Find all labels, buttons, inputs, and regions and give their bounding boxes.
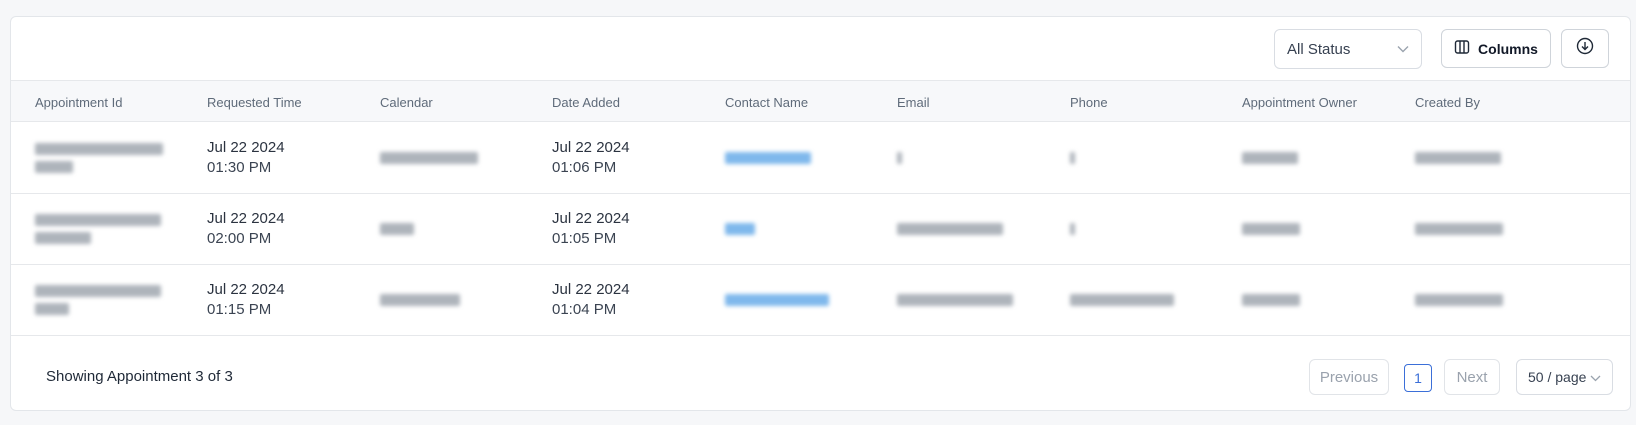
column-header-appointment-id[interactable]: Appointment Id [35, 81, 122, 123]
calendar-cell [380, 194, 414, 264]
previous-page-button[interactable]: Previous [1309, 359, 1389, 395]
chevron-down-icon [1397, 45, 1409, 53]
redacted-text [35, 285, 161, 297]
columns-button[interactable]: Columns [1441, 29, 1551, 68]
column-header-contact-name[interactable]: Contact Name [725, 81, 808, 123]
requested-time: 01:30 PM [207, 159, 272, 176]
showing-count: Showing Appointment 3 of 3 [46, 368, 233, 385]
appointment-id-cell [35, 123, 163, 193]
redacted-text [1415, 223, 1503, 235]
calendar-cell [380, 265, 460, 335]
redacted-text [35, 303, 69, 315]
email-cell [897, 265, 1013, 335]
appointment-id-cell [35, 194, 161, 264]
email-cell [897, 194, 1003, 264]
created-by-cell [1415, 123, 1501, 193]
requested-time-cell: Jul 22 2024 01:30 PM [207, 123, 285, 193]
download-button[interactable] [1561, 29, 1609, 68]
appointment-id-cell [35, 265, 161, 335]
status-filter-select[interactable]: All Status [1274, 29, 1422, 69]
phone-cell [1070, 194, 1075, 264]
contact-name-cell[interactable] [725, 194, 755, 264]
redacted-text [380, 152, 478, 164]
page-size-select[interactable]: 50 / page [1516, 359, 1613, 395]
date-added-cell: Jul 22 2024 01:06 PM [552, 123, 630, 193]
contact-name-link[interactable] [725, 294, 829, 306]
next-page-button[interactable]: Next [1444, 359, 1500, 395]
redacted-text [1242, 294, 1300, 306]
redacted-text [897, 223, 1003, 235]
columns-label: Columns [1478, 40, 1538, 57]
redacted-text [380, 223, 414, 235]
column-header-calendar[interactable]: Calendar [380, 81, 433, 123]
column-header-requested-time[interactable]: Requested Time [207, 81, 302, 123]
redacted-text [35, 143, 163, 155]
table-row[interactable]: Jul 22 2024 01:15 PM Jul 22 2024 01:04 P… [11, 265, 1630, 336]
contact-name-cell[interactable] [725, 265, 829, 335]
table-row[interactable]: Jul 22 2024 02:00 PM Jul 22 2024 01:05 P… [11, 194, 1630, 265]
pagination-footer: Showing Appointment 3 of 3 Previous 1 Ne… [11, 346, 1630, 410]
redacted-text [1070, 152, 1075, 164]
redacted-text [897, 152, 902, 164]
phone-cell [1070, 265, 1174, 335]
columns-icon [1454, 39, 1470, 58]
redacted-text [380, 294, 460, 306]
column-header-created-by[interactable]: Created By [1415, 81, 1480, 123]
table-toolbar: All Status Columns [11, 17, 1630, 81]
redacted-text [897, 294, 1013, 306]
email-cell [897, 123, 902, 193]
chevron-down-icon [1590, 369, 1601, 385]
added-date: Jul 22 2024 [552, 210, 630, 227]
appointment-owner-cell [1242, 123, 1298, 193]
contact-name-cell[interactable] [725, 123, 811, 193]
column-header-phone[interactable]: Phone [1070, 81, 1108, 123]
redacted-text [1070, 223, 1075, 235]
requested-time: 02:00 PM [207, 230, 272, 247]
appointments-card: All Status Columns Appointment Id Reques… [10, 16, 1631, 411]
table-header: Appointment Id Requested Time Calendar D… [11, 80, 1630, 122]
column-header-email[interactable]: Email [897, 81, 930, 123]
redacted-text [1070, 294, 1174, 306]
redacted-text [35, 214, 161, 226]
redacted-text [35, 161, 73, 173]
requested-date: Jul 22 2024 [207, 139, 285, 156]
requested-time-cell: Jul 22 2024 02:00 PM [207, 194, 285, 264]
requested-date: Jul 22 2024 [207, 281, 285, 298]
column-header-appointment-owner[interactable]: Appointment Owner [1242, 81, 1357, 123]
table-row[interactable]: Jul 22 2024 01:30 PM Jul 22 2024 01:06 P… [11, 123, 1630, 194]
status-filter-value: All Status [1287, 40, 1351, 58]
added-time: 01:05 PM [552, 230, 617, 247]
added-time: 01:06 PM [552, 159, 617, 176]
appointment-owner-cell [1242, 265, 1300, 335]
contact-name-link[interactable] [725, 223, 755, 235]
contact-name-link[interactable] [725, 152, 811, 164]
requested-time: 01:15 PM [207, 301, 272, 318]
added-date: Jul 22 2024 [552, 281, 630, 298]
created-by-cell [1415, 194, 1503, 264]
column-header-date-added[interactable]: Date Added [552, 81, 620, 123]
page-size-value: 50 / page [1528, 369, 1587, 385]
requested-time-cell: Jul 22 2024 01:15 PM [207, 265, 285, 335]
redacted-text [1242, 152, 1298, 164]
download-icon [1576, 37, 1594, 60]
redacted-text [1242, 223, 1300, 235]
requested-date: Jul 22 2024 [207, 210, 285, 227]
page-number-1[interactable]: 1 [1404, 364, 1432, 392]
appointment-owner-cell [1242, 194, 1300, 264]
added-time: 01:04 PM [552, 301, 617, 318]
added-date: Jul 22 2024 [552, 139, 630, 156]
calendar-cell [380, 123, 478, 193]
created-by-cell [1415, 265, 1503, 335]
redacted-text [35, 232, 91, 244]
redacted-text [1415, 152, 1501, 164]
date-added-cell: Jul 22 2024 01:05 PM [552, 194, 630, 264]
phone-cell [1070, 123, 1075, 193]
redacted-text [1415, 294, 1503, 306]
date-added-cell: Jul 22 2024 01:04 PM [552, 265, 630, 335]
